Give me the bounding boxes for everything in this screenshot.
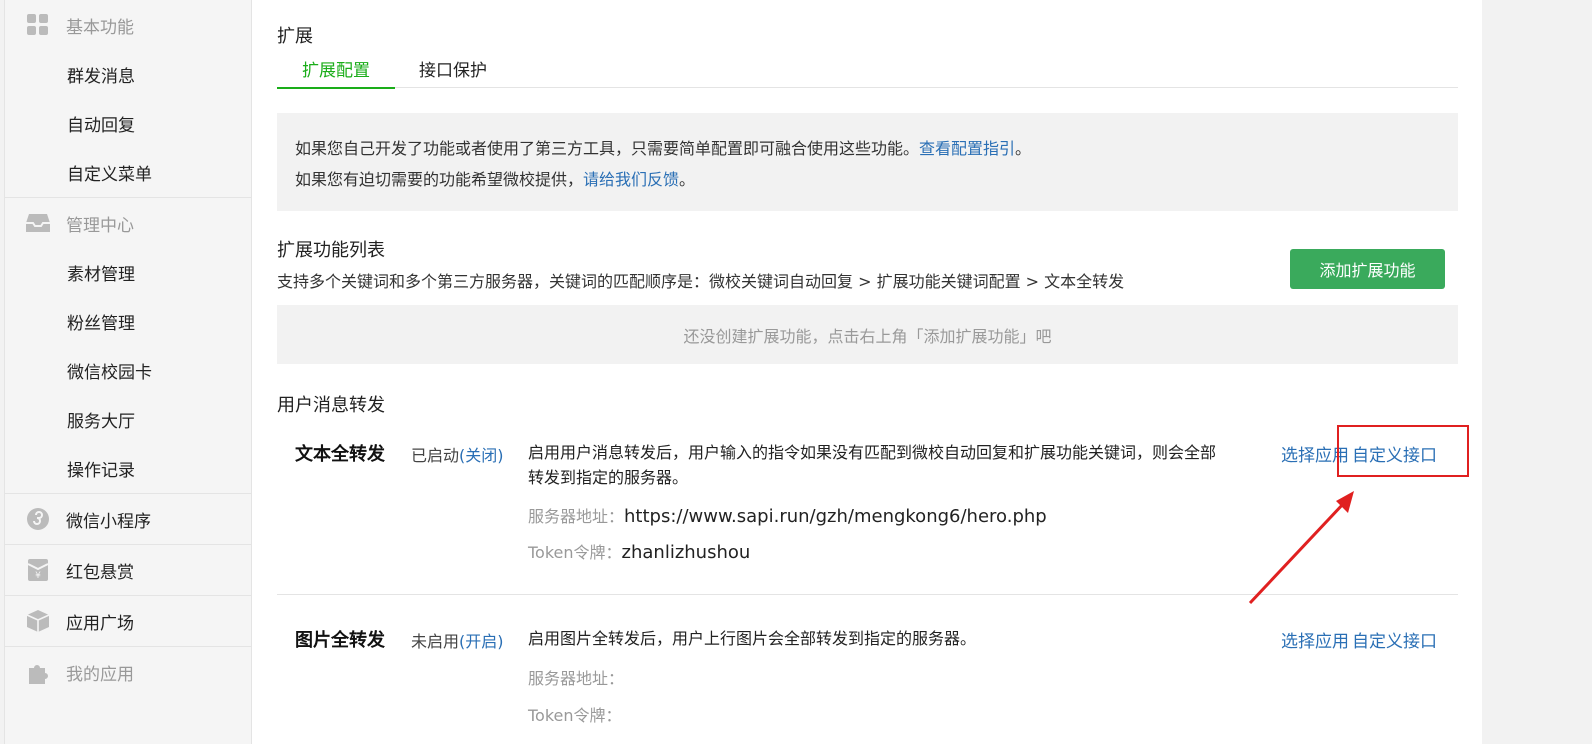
token: Token令牌：zhanlizhushou xyxy=(528,542,751,563)
toggle-close-link[interactable]: (关闭) xyxy=(459,446,504,465)
add-extension-button[interactable]: 添加扩展功能 xyxy=(1290,249,1445,289)
extension-list-desc: 支持多个关键词和多个第三方服务器，关键词的匹配顺序是：微校关键词自动回复 > 扩… xyxy=(277,272,1125,291)
puzzle-icon xyxy=(25,660,51,686)
sidebar-item-label: 红包悬赏 xyxy=(66,562,134,583)
annotation-arrow-icon xyxy=(1248,491,1354,605)
tab-api-protection[interactable]: 接口保护 xyxy=(419,56,487,89)
notice-box: 如果您自己开发了功能或者使用了第三方工具，只需要简单配置即可融合使用这些功能。查… xyxy=(277,113,1458,211)
sidebar-item-auto-reply[interactable]: 自动回复 xyxy=(5,99,251,148)
feedback-link[interactable]: 请给我们反馈 xyxy=(583,170,679,189)
sidebar-group-manage: 管理中心 素材管理 粉丝管理 微信校园卡 服务大厅 操作记录 xyxy=(5,198,251,494)
sidebar-item-operation-log[interactable]: 操作记录 xyxy=(5,444,251,493)
sidebar-item-materials[interactable]: 素材管理 xyxy=(5,248,251,297)
server-address-value: https://www.sapi.run/gzh/mengkong6/hero.… xyxy=(624,506,1047,527)
row-name-image-forward: 图片全转发 xyxy=(295,630,385,651)
server-address: 服务器地址： xyxy=(528,669,625,688)
right-gutter xyxy=(1482,0,1592,744)
sidebar-item-redpack[interactable]: ¥ 红包悬赏 xyxy=(5,545,251,596)
sidebar-item-fans[interactable]: 粉丝管理 xyxy=(5,297,251,346)
token: Token令牌： xyxy=(528,706,622,725)
token-value: zhanlizhushou xyxy=(621,542,751,563)
choose-app-link[interactable]: 选择应用 xyxy=(1281,632,1349,652)
notice-line-1: 如果您自己开发了功能或者使用了第三方工具，只需要简单配置即可融合使用这些功能。查… xyxy=(295,139,1032,158)
inbox-icon xyxy=(25,210,51,236)
svg-text:¥: ¥ xyxy=(35,571,41,581)
sidebar-item-service-hall[interactable]: 服务大厅 xyxy=(5,395,251,444)
sidebar-item-mini-program[interactable]: 微信小程序 xyxy=(5,494,251,545)
row-actions-image-forward: 选择应用 自定义接口 xyxy=(1278,627,1437,652)
sidebar-item-label: 微信小程序 xyxy=(66,511,151,532)
extension-list-title: 扩展功能列表 xyxy=(277,240,385,261)
sidebar-item-app-plaza[interactable]: 应用广场 xyxy=(5,596,251,647)
sidebar: 基本功能 群发消息 自动回复 自定义菜单 管理中心 素材管理 粉丝管理 微信校园… xyxy=(4,0,252,744)
empty-state: 还没创建扩展功能，点击右上角「添加扩展功能」吧 xyxy=(277,305,1458,364)
notice-line-2: 如果您有迫切需要的功能希望微校提供，请给我们反馈。 xyxy=(295,170,696,189)
sidebar-group-basic: 基本功能 群发消息 自动回复 自定义菜单 xyxy=(5,0,251,198)
sidebar-head-basic[interactable]: 基本功能 xyxy=(5,0,251,50)
sidebar-item-label: 我的应用 xyxy=(66,665,134,685)
row-desc-text-forward: 启用用户消息转发后，用户输入的指令如果没有匹配到微校自动回复和扩展功能关键词，则… xyxy=(528,443,1217,487)
sidebar-head-manage[interactable]: 管理中心 xyxy=(5,198,251,248)
row-desc-image-forward: 启用图片全转发后，用户上行图片会全部转发到指定的服务器。 xyxy=(528,629,977,648)
sidebar-item-campus-card[interactable]: 微信校园卡 xyxy=(5,346,251,395)
custom-api-link[interactable]: 自定义接口 xyxy=(1352,632,1437,652)
sidebar-head-label: 管理中心 xyxy=(66,215,134,236)
config-guide-link[interactable]: 查看配置指引 xyxy=(919,139,1015,158)
annotation-highlight-box xyxy=(1337,425,1469,477)
row-status-text-forward: 已启动(关闭) xyxy=(411,446,504,465)
row-status-image-forward: 未启用(开启) xyxy=(411,632,504,651)
section-title: 扩展 xyxy=(277,26,313,47)
mini-program-icon xyxy=(25,506,51,532)
sidebar-item-my-apps[interactable]: 我的应用 xyxy=(5,647,251,698)
tab-extension-config[interactable]: 扩展配置 xyxy=(277,56,395,89)
red-packet-icon: ¥ xyxy=(25,557,51,583)
sidebar-item-label: 应用广场 xyxy=(66,613,134,634)
sidebar-item-broadcast[interactable]: 群发消息 xyxy=(5,50,251,99)
toggle-open-link[interactable]: (开启) xyxy=(459,632,504,651)
main-content: 扩展 扩展配置 接口保护 如果您自己开发了功能或者使用了第三方工具，只需要简单配… xyxy=(252,0,1482,744)
forward-section-title: 用户消息转发 xyxy=(277,395,385,416)
tab-bar: 扩展配置 接口保护 xyxy=(277,52,1458,89)
sidebar-head-label: 基本功能 xyxy=(66,17,134,38)
cube-icon xyxy=(25,608,51,634)
sidebar-item-custom-menu[interactable]: 自定义菜单 xyxy=(5,148,251,197)
grid-icon xyxy=(25,12,51,38)
row-name-text-forward: 文本全转发 xyxy=(295,444,385,465)
server-address: 服务器地址：https://www.sapi.run/gzh/mengkong6… xyxy=(528,506,1047,527)
